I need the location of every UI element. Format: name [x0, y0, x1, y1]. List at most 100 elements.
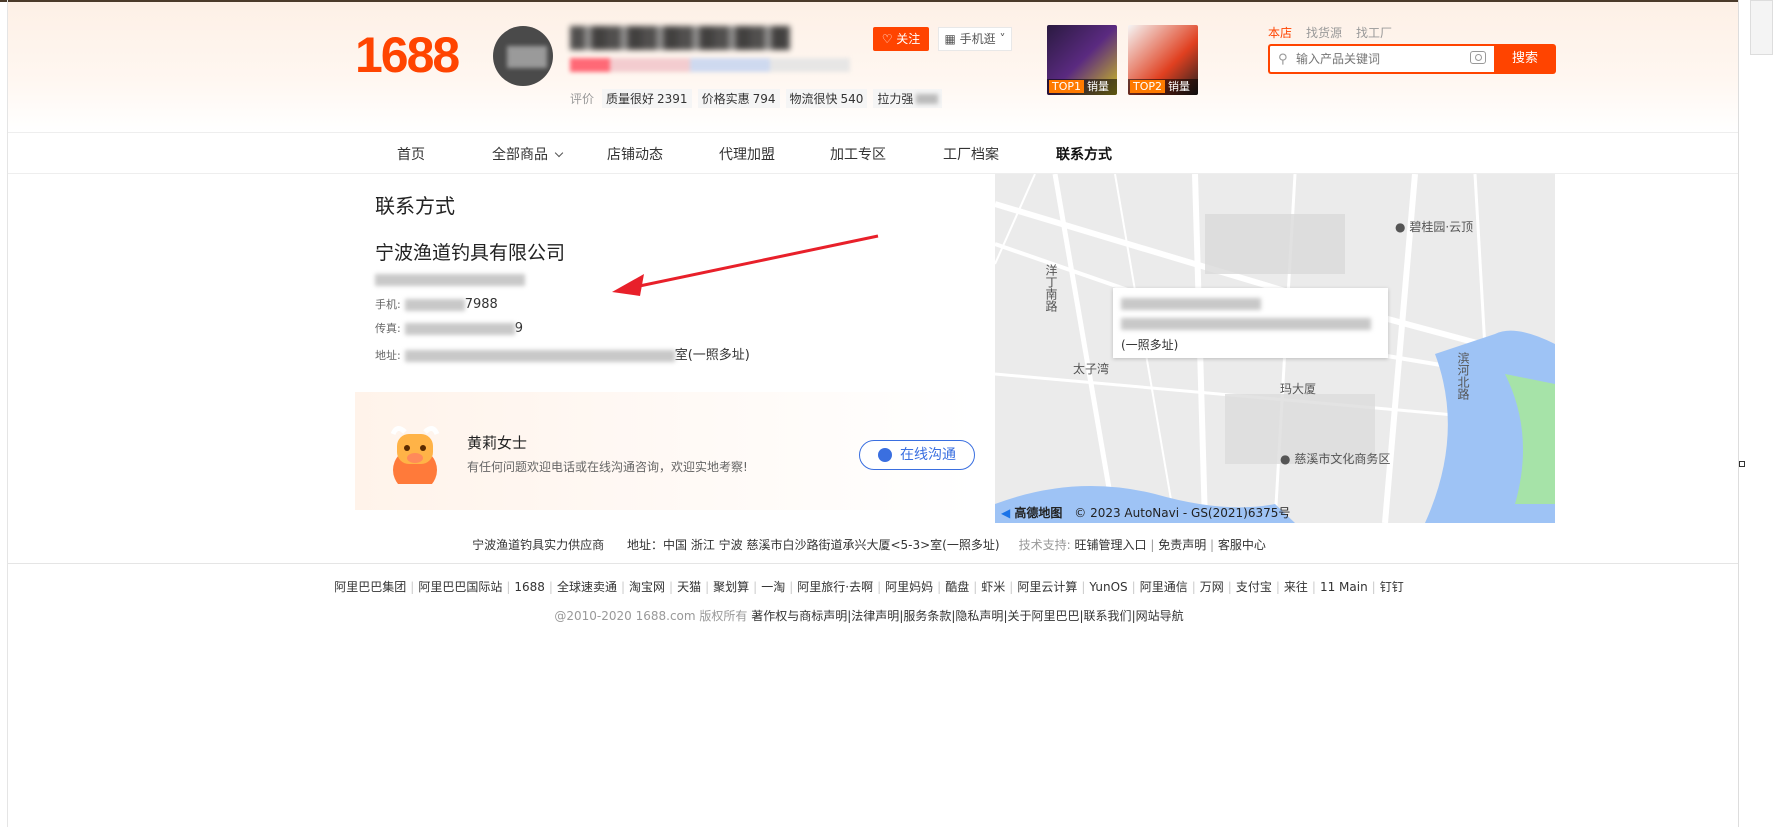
amap-brand[interactable]: ◀ 高德地图 [1001, 506, 1062, 520]
nav-agency[interactable]: 代理加盟 [719, 144, 775, 164]
footer-info: 宁波渔道钓具实力供应商 地址：中国 浙江 宁波 慈溪市白沙路街道承兴大厦<5-3… [472, 538, 1266, 552]
camera-icon[interactable] [1470, 51, 1486, 64]
mobile-view-button[interactable]: ▦ 手机逛 ˅ [938, 27, 1012, 51]
footer-link[interactable]: 一淘 [761, 580, 785, 594]
footer-link[interactable]: 阿里巴巴集团 [334, 580, 406, 594]
copyright-text: @2010-2020 1688.com 版权所有 [554, 609, 748, 623]
search-tab-store[interactable]: 本店 [1268, 24, 1292, 41]
footer-link[interactable]: 阿里通信 [1140, 580, 1188, 594]
search-tab-source[interactable]: 找货源 [1306, 24, 1342, 41]
footer-link[interactable]: 虾米 [981, 580, 1005, 594]
supplier-label: 宁波渔道钓具实力供应商 [472, 538, 605, 552]
link-separator: | [753, 580, 758, 594]
rating-item[interactable]: 物流很快 540 [785, 88, 868, 108]
footer-link[interactable]: 网站导航 [1136, 609, 1184, 623]
footer-link[interactable]: 旺铺管理入口 [1075, 538, 1147, 552]
nav-all-products[interactable]: 全部商品 [492, 144, 564, 164]
annotation-arrow [612, 234, 879, 296]
footer-link[interactable]: 全球速卖通 [557, 580, 617, 594]
shop-avatar[interactable] [493, 26, 553, 86]
footer-link[interactable]: 万网 [1200, 580, 1224, 594]
footer-link[interactable]: 阿里云计算 [1017, 580, 1077, 594]
map-label: 洋丁南路 [1044, 264, 1058, 312]
footer-link[interactable]: 客服中心 [1218, 538, 1266, 552]
link-separator: | [620, 580, 626, 594]
nav-home[interactable]: 首页 [397, 144, 425, 164]
footer-link[interactable]: 阿里旅行·去啊 [797, 580, 873, 594]
footer-link[interactable]: 钉钉 [1380, 580, 1404, 594]
phone-row-redacted [375, 272, 525, 287]
map-pin-icon: ● [1280, 452, 1291, 466]
footer-link[interactable]: 关于阿里巴巴 [1007, 609, 1079, 623]
footer-link[interactable]: 酷盘 [945, 580, 969, 594]
link-separator: | [1275, 580, 1280, 594]
nav-processing[interactable]: 加工专区 [830, 144, 886, 164]
link-separator: | [937, 580, 942, 594]
search-input[interactable] [1296, 50, 1456, 68]
resize-handle[interactable] [1739, 461, 1745, 467]
footer-link[interactable]: YunOS [1089, 580, 1127, 594]
nav-shop-news[interactable]: 店铺动态 [607, 144, 663, 164]
footer-link[interactable]: 11 Main [1320, 580, 1368, 594]
link-separator: | [1371, 580, 1376, 594]
link-separator: | [1081, 580, 1086, 594]
fax-row: 传真: 9 [375, 321, 523, 336]
rating-item[interactable]: 拉力强 [873, 88, 943, 108]
footer-address: 地址：中国 浙江 宁波 慈溪市白沙路街道承兴大厦<5-3>室(一照多址) [627, 538, 1000, 552]
rating-item[interactable]: 质量很好 2391 [602, 88, 692, 108]
agent-card: 黄莉女士 有任何问题欢迎电话或在线沟通咨询，欢迎实地考察! 在线沟通 [355, 392, 975, 510]
map-label: 玛大厦 [1280, 382, 1317, 396]
footer-link[interactable]: 联系我们 [1084, 609, 1132, 623]
footer-link[interactable]: 来往 [1284, 580, 1308, 594]
scrollbar-thumb[interactable] [1750, 0, 1773, 55]
promo-badge: TOP2 销量 [1128, 79, 1198, 95]
address-row: 地址: 室(一照多址) [375, 348, 750, 363]
link-separator: | [1227, 580, 1232, 594]
promo-product-1[interactable]: TOP1 销量 [1047, 25, 1117, 95]
chat-icon [878, 448, 892, 462]
map-label: 太子湾 [1073, 362, 1110, 376]
contact-title: 联系方式 [375, 194, 455, 218]
footer-link[interactable]: 隐私声明 [955, 609, 1003, 623]
map-label: 滨河北路 [1456, 352, 1470, 400]
search-button[interactable]: 搜索 [1494, 44, 1556, 74]
promo-product-2[interactable]: TOP2 销量 [1128, 25, 1198, 95]
search-icon: ⚲ [1278, 52, 1288, 67]
chevron-down-icon: ˅ [999, 32, 1006, 46]
map-label: ● 慈溪市文化商务区 [1280, 452, 1391, 466]
qr-icon: ▦ [944, 32, 956, 46]
footer-link[interactable]: 免责声明 [1158, 538, 1206, 552]
follow-button-label: 关注 [896, 32, 921, 46]
link-separator: | [410, 580, 415, 594]
link-separator: | [1009, 580, 1014, 594]
follow-button[interactable]: ♡ 关注 [873, 27, 929, 51]
footer-link[interactable]: 聚划算 [713, 580, 749, 594]
footer-link[interactable]: 阿里巴巴国际站 [418, 580, 502, 594]
search-tab-factory[interactable]: 找工厂 [1356, 24, 1392, 41]
link-separator: | [506, 580, 511, 594]
link-separator: | [973, 580, 978, 594]
footer-divider [8, 563, 1738, 564]
rating-item[interactable]: 价格实惠 794 [697, 88, 780, 108]
logo[interactable]: 1688 [355, 26, 460, 84]
footer-link[interactable]: 服务条款 [903, 609, 951, 623]
map-label: ● 碧桂园·云顶 [1395, 220, 1474, 234]
chevron-down-icon [554, 148, 564, 158]
right-frame-edge [1738, 0, 1739, 827]
footer-link[interactable]: 天猫 [677, 580, 701, 594]
nav-contact[interactable]: 联系方式 [1056, 144, 1112, 164]
promo-badge: TOP1 销量 [1047, 79, 1117, 95]
nav-factory-profile[interactable]: 工厂档案 [943, 144, 999, 164]
footer-link[interactable]: 法律声明 [851, 609, 899, 623]
footer-link[interactable]: 淘宝网 [629, 580, 665, 594]
agent-avatar [390, 426, 440, 484]
footer-link[interactable]: 阿里妈妈 [885, 580, 933, 594]
footer-link[interactable]: 支付宝 [1236, 580, 1272, 594]
heart-icon: ♡ [881, 32, 893, 46]
location-map[interactable]: ● 碧桂园·云顶 洋丁南路 太子湾 ● 慈溪市文化商务区 滨河北路 玛大厦 (一… [995, 174, 1555, 523]
online-chat-button[interactable]: 在线沟通 [859, 440, 975, 470]
footer-link[interactable]: 1688 [514, 580, 545, 594]
link-separator: | [1131, 580, 1136, 594]
shop-meta-redacted [570, 58, 850, 72]
footer-link[interactable]: 著作权与商标声明 [751, 609, 847, 623]
